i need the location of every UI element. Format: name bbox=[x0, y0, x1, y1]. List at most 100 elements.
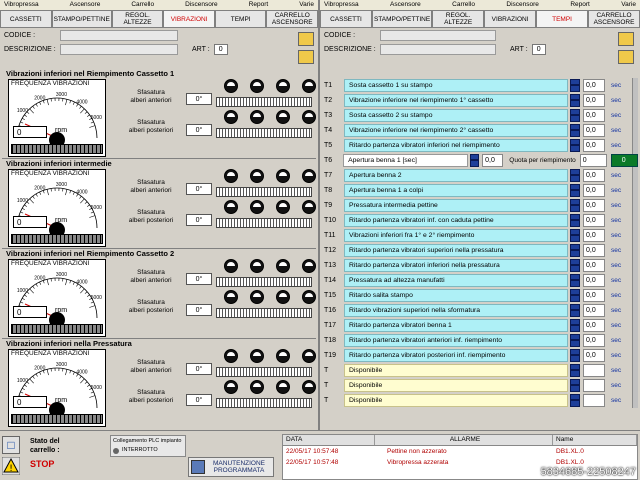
spin-down-icon[interactable] bbox=[570, 205, 580, 212]
sfasatura-anteriori-slider[interactable] bbox=[216, 97, 312, 107]
door-icon[interactable]: □ bbox=[2, 436, 20, 454]
timer-value[interactable]: 0,0 bbox=[583, 243, 605, 257]
timer-spinner[interactable] bbox=[570, 168, 580, 182]
timer-value[interactable]: 0,0 bbox=[583, 138, 605, 152]
col-name[interactable]: Name bbox=[553, 435, 637, 445]
manutenzione-button[interactable]: MANUTENZIONE PROGRAMMATA bbox=[188, 457, 274, 477]
sfasatura-posteriori-slider[interactable] bbox=[216, 218, 312, 228]
sfasatura-anteriori-value[interactable]: 0° bbox=[186, 273, 212, 285]
menu-item-vibropressa[interactable]: Vibropressa bbox=[4, 0, 39, 10]
spin-down-icon[interactable] bbox=[570, 340, 580, 347]
timer-spinner[interactable] bbox=[570, 288, 580, 302]
timer-value[interactable]: 0,0 bbox=[583, 273, 605, 287]
spin-down-icon[interactable] bbox=[570, 235, 580, 242]
timer-value[interactable]: 0,0 bbox=[583, 108, 605, 122]
timer-value[interactable]: 0,0 bbox=[583, 303, 605, 317]
timer-spinner[interactable] bbox=[570, 348, 580, 362]
timer-value[interactable] bbox=[583, 393, 605, 407]
timer-value[interactable]: 0,0 bbox=[583, 78, 605, 92]
timer-value[interactable]: 0,0 bbox=[583, 123, 605, 137]
sfasatura-posteriori-value[interactable]: 0° bbox=[186, 214, 212, 226]
warning-icon[interactable]: ! bbox=[2, 457, 20, 475]
timer-value[interactable]: 0,0 bbox=[583, 168, 605, 182]
timer-spinner[interactable] bbox=[570, 273, 580, 287]
spin-down-icon[interactable] bbox=[570, 370, 580, 377]
save-icon[interactable] bbox=[618, 50, 634, 64]
spin-down-icon[interactable] bbox=[570, 280, 580, 287]
timer-spinner[interactable] bbox=[570, 243, 580, 257]
timer-spinner[interactable] bbox=[570, 108, 580, 122]
tab-vibrazioni[interactable]: VIBRAZIONI bbox=[484, 10, 537, 27]
spin-down-icon[interactable] bbox=[570, 355, 580, 362]
menu-item-discensore[interactable]: Discensore bbox=[185, 0, 218, 10]
spin-down-icon[interactable] bbox=[570, 265, 580, 272]
spin-down-icon[interactable] bbox=[570, 400, 580, 407]
quota-value[interactable]: 0 bbox=[579, 153, 607, 167]
timer-spinner[interactable] bbox=[469, 153, 480, 167]
spin-down-icon[interactable] bbox=[570, 250, 580, 257]
spin-down-icon[interactable] bbox=[570, 295, 580, 302]
menu-item-ascensore[interactable]: Ascensore bbox=[390, 0, 421, 10]
descrizione-field[interactable] bbox=[380, 43, 496, 55]
menu-item-report[interactable]: Report bbox=[570, 0, 590, 10]
timer-value[interactable]: 0,0 bbox=[583, 213, 605, 227]
timer-spinner[interactable] bbox=[570, 123, 580, 137]
menu-item-carrello[interactable]: Carrello bbox=[452, 0, 475, 10]
menu-item-discensore[interactable]: Discensore bbox=[506, 0, 539, 10]
timer-spinner[interactable] bbox=[570, 303, 580, 317]
timer-spinner[interactable] bbox=[570, 318, 580, 332]
timer-spinner[interactable] bbox=[570, 228, 580, 242]
sfasatura-posteriori-slider[interactable] bbox=[216, 308, 312, 318]
sfasatura-anteriori-slider[interactable] bbox=[216, 367, 312, 377]
spin-down-icon[interactable] bbox=[570, 100, 580, 107]
spin-down-icon[interactable] bbox=[570, 310, 580, 317]
menu-item-vibropressa[interactable]: Vibropressa bbox=[324, 0, 359, 10]
timer-value[interactable]: 0,0 bbox=[482, 153, 504, 167]
tab-carrello-ascensore[interactable]: CARRELLO ASCENSORE bbox=[588, 10, 640, 27]
spin-down-icon[interactable] bbox=[570, 325, 580, 332]
sfasatura-posteriori-value[interactable]: 0° bbox=[186, 394, 212, 406]
timer-spinner[interactable] bbox=[570, 258, 580, 272]
sfasatura-posteriori-value[interactable]: 0° bbox=[186, 124, 212, 136]
timer-value[interactable]: 0,0 bbox=[583, 258, 605, 272]
spin-down-icon[interactable] bbox=[570, 175, 580, 182]
menu-item-varie[interactable]: Varie bbox=[299, 0, 314, 10]
sfasatura-anteriori-value[interactable]: 0° bbox=[186, 363, 212, 375]
tab-stampo-pettine[interactable]: STAMPO/PETTINE bbox=[51, 10, 112, 27]
timer-spinner[interactable] bbox=[570, 393, 580, 407]
tab-regol-altezze[interactable]: REGOL. ALTEZZE bbox=[432, 10, 485, 27]
spin-down-icon[interactable] bbox=[570, 220, 580, 227]
spin-down-icon[interactable] bbox=[570, 385, 580, 392]
list-item[interactable]: 22/05/17 10:57:48 Pettine non azzerato DB1… bbox=[283, 446, 637, 457]
timer-spinner[interactable] bbox=[570, 198, 580, 212]
sfasatura-anteriori-value[interactable]: 0° bbox=[186, 93, 212, 105]
sfasatura-anteriori-slider[interactable] bbox=[216, 187, 312, 197]
tab-vibrazioni[interactable]: VIBRAZIONI bbox=[163, 10, 215, 27]
sfasatura-posteriori-slider[interactable] bbox=[216, 398, 312, 408]
menu-item-carrello[interactable]: Carrello bbox=[131, 0, 154, 10]
timer-value[interactable]: 0,0 bbox=[583, 318, 605, 332]
codice-field[interactable] bbox=[380, 29, 496, 41]
spin-down-icon[interactable] bbox=[570, 85, 580, 92]
col-allarme[interactable]: ALLARME bbox=[375, 435, 553, 445]
rpm-slider[interactable] bbox=[11, 414, 103, 424]
tab-stampo-pettine[interactable]: STAMPO/PETTINE bbox=[371, 10, 433, 27]
timer-spinner[interactable] bbox=[570, 138, 580, 152]
codice-field[interactable] bbox=[60, 29, 178, 41]
timer-spinner[interactable] bbox=[570, 378, 580, 392]
timer-value[interactable] bbox=[583, 378, 605, 392]
spin-down-icon[interactable] bbox=[570, 130, 580, 137]
timer-value[interactable]: 0,0 bbox=[583, 228, 605, 242]
folder-icon[interactable] bbox=[298, 32, 314, 46]
menu-item-varie[interactable]: Varie bbox=[621, 0, 636, 10]
timer-value[interactable] bbox=[583, 363, 605, 377]
timer-value[interactable]: 0,0 bbox=[583, 333, 605, 347]
timer-value[interactable]: 0,0 bbox=[583, 93, 605, 107]
tab-tempi[interactable]: TEMPI bbox=[214, 10, 267, 27]
sfasatura-anteriori-value[interactable]: 0° bbox=[186, 183, 212, 195]
spin-down-icon[interactable] bbox=[469, 160, 480, 167]
tab-carrello-ascensore[interactable]: CARRELLO ASCENSORE bbox=[266, 10, 318, 27]
spin-down-icon[interactable] bbox=[570, 145, 580, 152]
descrizione-field[interactable] bbox=[60, 43, 178, 55]
timer-spinner[interactable] bbox=[570, 213, 580, 227]
